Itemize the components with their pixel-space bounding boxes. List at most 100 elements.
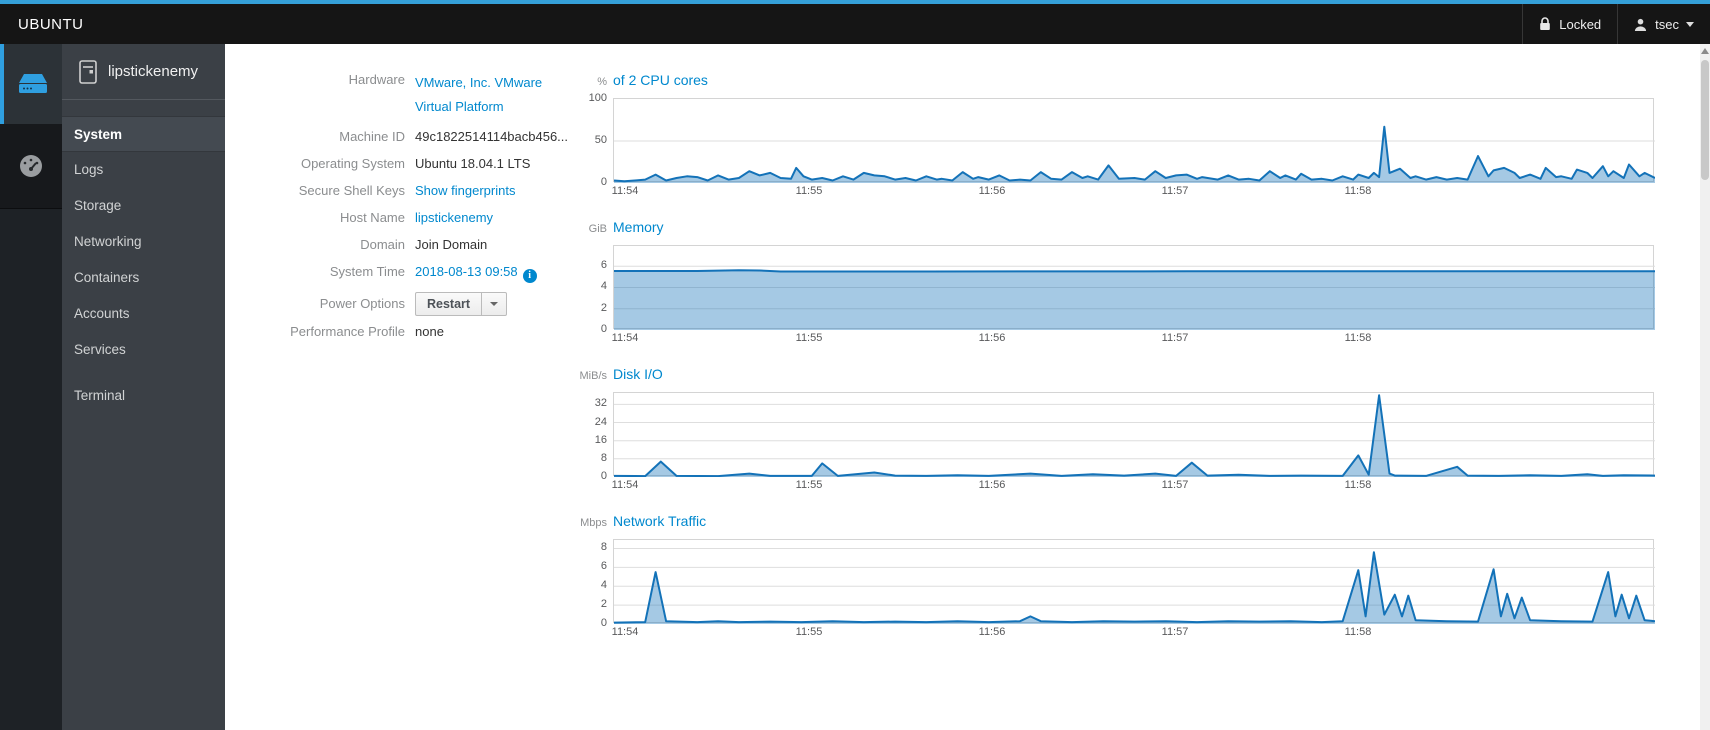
x-tick-label: 11:57 bbox=[1161, 332, 1189, 344]
os-value: Ubuntu 18.04.1 LTS bbox=[415, 156, 531, 171]
top-navigation-bar: UBUNTU Locked tsec bbox=[0, 4, 1710, 44]
y-tick-label: 8 bbox=[600, 541, 607, 553]
cpu-x-axis: 11:54 11:55 11:56 11:57 11:58 bbox=[611, 182, 1654, 197]
network-chart-link[interactable]: Network Traffic bbox=[613, 513, 706, 529]
memory-unit-label: GiB bbox=[588, 223, 607, 235]
dashboard-button[interactable] bbox=[0, 124, 62, 209]
memory-usage-chart: GiB Memory 6420 11:54 11:55 11:56 11:57 11:5… bbox=[579, 219, 1655, 344]
ssh-keys-label: Secure Shell Keys bbox=[298, 183, 405, 198]
sidebar-item-containers[interactable]: Containers bbox=[62, 260, 225, 296]
network-y-axis: 8 6 4 2 0 bbox=[579, 539, 613, 629]
x-tick-label: 11:54 bbox=[611, 332, 639, 344]
system-page: Hardware VMware, Inc. VMware Virtual Pla… bbox=[225, 44, 1700, 730]
y-tick-label: 32 bbox=[594, 397, 607, 409]
host-name: lipstickenemy bbox=[108, 63, 199, 80]
memory-y-axis: 6 4 2 0 bbox=[579, 245, 613, 335]
host-server-icon bbox=[79, 59, 97, 84]
disk-io-chart: MiB/s Disk I/O 32 24 16 8 0 11:54 11:55 11:56 1… bbox=[579, 366, 1655, 491]
y-tick-label: 0 bbox=[600, 323, 607, 335]
y-tick-label: 8 bbox=[600, 452, 607, 464]
y-tick-label: 4 bbox=[600, 579, 607, 591]
chevron-down-icon bbox=[1686, 21, 1694, 27]
machine-id-value: 49c1822514114bacb456... bbox=[415, 129, 569, 144]
y-tick-label: 24 bbox=[594, 416, 607, 428]
disk-unit-label: MiB/s bbox=[579, 370, 608, 382]
x-tick-label: 11:56 bbox=[978, 479, 1006, 491]
x-tick-label: 11:55 bbox=[795, 332, 823, 344]
network-plot-area bbox=[613, 539, 1655, 624]
y-tick-label: 6 bbox=[600, 560, 607, 572]
cpu-chart-link[interactable]: of 2 CPU cores bbox=[613, 72, 708, 88]
disk-chart-link[interactable]: Disk I/O bbox=[613, 366, 663, 382]
x-tick-label: 11:57 bbox=[1161, 626, 1189, 638]
y-tick-label: 2 bbox=[600, 302, 607, 314]
brand-title: UBUNTU bbox=[18, 15, 84, 33]
time-info-icon[interactable]: i bbox=[522, 269, 537, 283]
performance-profile-label: Performance Profile bbox=[290, 324, 405, 339]
hardware-link[interactable]: VMware, Inc. VMware Virtual Platform bbox=[415, 75, 542, 114]
sidebar-item-logs[interactable]: Logs bbox=[62, 152, 225, 188]
restart-dropdown-button[interactable] bbox=[482, 292, 508, 316]
y-tick-label: 50 bbox=[594, 134, 607, 146]
join-domain-action[interactable]: Join Domain bbox=[415, 236, 555, 254]
memory-chart-link[interactable]: Memory bbox=[613, 219, 664, 235]
x-tick-label: 11:56 bbox=[978, 626, 1006, 638]
system-time-label: System Time bbox=[329, 264, 405, 279]
machine-server-button[interactable] bbox=[0, 44, 62, 124]
cpu-plot-area bbox=[613, 98, 1655, 183]
memory-x-axis: 11:54 11:55 11:56 11:57 11:58 bbox=[611, 329, 1654, 344]
hardware-label: Hardware bbox=[348, 72, 405, 87]
x-tick-label: 11:55 bbox=[795, 479, 823, 491]
system-time-link[interactable]: 2018-08-13 09:58 bbox=[415, 264, 518, 279]
disk-y-axis: 32 24 16 8 0 bbox=[579, 392, 613, 482]
hostname-label: Host Name bbox=[339, 210, 405, 225]
y-tick-label: 4 bbox=[600, 280, 607, 292]
scroll-up-arrow[interactable] bbox=[1701, 48, 1709, 54]
os-label: Operating System bbox=[300, 156, 405, 171]
y-tick-label: 0 bbox=[600, 176, 607, 188]
y-tick-label: 6 bbox=[600, 259, 607, 271]
power-options-label: Power Options bbox=[319, 296, 405, 311]
system-info-panel: Hardware VMware, Inc. VMware Virtual Pla… bbox=[225, 44, 568, 730]
x-tick-label: 11:58 bbox=[1344, 626, 1372, 638]
sidebar-nav: System Logs Storage Networking Container… bbox=[62, 100, 225, 414]
network-x-axis: 11:54 11:55 11:56 11:57 11:58 bbox=[611, 623, 1654, 638]
show-fingerprints-link[interactable]: Show fingerprints bbox=[415, 183, 515, 198]
disk-x-axis: 11:54 11:55 11:56 11:57 11:58 bbox=[612, 476, 1654, 491]
y-tick-label: 0 bbox=[600, 470, 607, 482]
scrollbar-thumb[interactable] bbox=[1701, 60, 1709, 180]
user-icon bbox=[1635, 18, 1647, 31]
locked-indicator[interactable]: Locked bbox=[1522, 4, 1617, 44]
lock-icon bbox=[1540, 17, 1551, 30]
restart-button[interactable]: Restart bbox=[415, 292, 483, 316]
sidebar-item-services[interactable]: Services bbox=[62, 332, 225, 368]
sidebar-item-networking[interactable]: Networking bbox=[62, 224, 225, 260]
cpu-unit-label: % bbox=[597, 76, 607, 88]
network-unit-label: Mbps bbox=[580, 517, 607, 529]
sidebar-item-accounts[interactable]: Accounts bbox=[62, 296, 225, 332]
sidebar-item-system[interactable]: System bbox=[62, 116, 225, 152]
memory-plot-area bbox=[613, 245, 1655, 330]
sidebar-item-storage[interactable]: Storage bbox=[62, 188, 225, 224]
x-tick-label: 11:55 bbox=[795, 185, 823, 197]
x-tick-label: 11:54 bbox=[611, 185, 639, 197]
x-tick-label: 11:56 bbox=[978, 332, 1006, 344]
hostname-link[interactable]: lipstickenemy bbox=[415, 210, 493, 225]
host-selector[interactable]: lipstickenemy bbox=[62, 44, 225, 100]
scrollbar[interactable] bbox=[1700, 44, 1710, 730]
y-tick-label: 16 bbox=[594, 434, 607, 446]
performance-profile-value[interactable]: none bbox=[415, 323, 555, 341]
disk-plot-area bbox=[613, 392, 1655, 477]
sidebar: lipstickenemy System Logs Storage Networ… bbox=[62, 44, 225, 730]
x-tick-label: 11:56 bbox=[978, 185, 1006, 197]
machine-strip bbox=[0, 44, 62, 730]
sidebar-item-terminal[interactable]: Terminal bbox=[62, 378, 225, 414]
y-tick-label: 100 bbox=[588, 92, 607, 104]
dashboard-gauge-icon bbox=[20, 155, 42, 177]
machine-id-label: Machine ID bbox=[339, 129, 405, 144]
x-tick-label: 11:58 bbox=[1344, 332, 1372, 344]
user-menu[interactable]: tsec bbox=[1617, 4, 1710, 44]
y-tick-label: 0 bbox=[600, 617, 607, 629]
locked-label: Locked bbox=[1559, 16, 1602, 32]
x-tick-label: 11:54 bbox=[611, 626, 639, 638]
